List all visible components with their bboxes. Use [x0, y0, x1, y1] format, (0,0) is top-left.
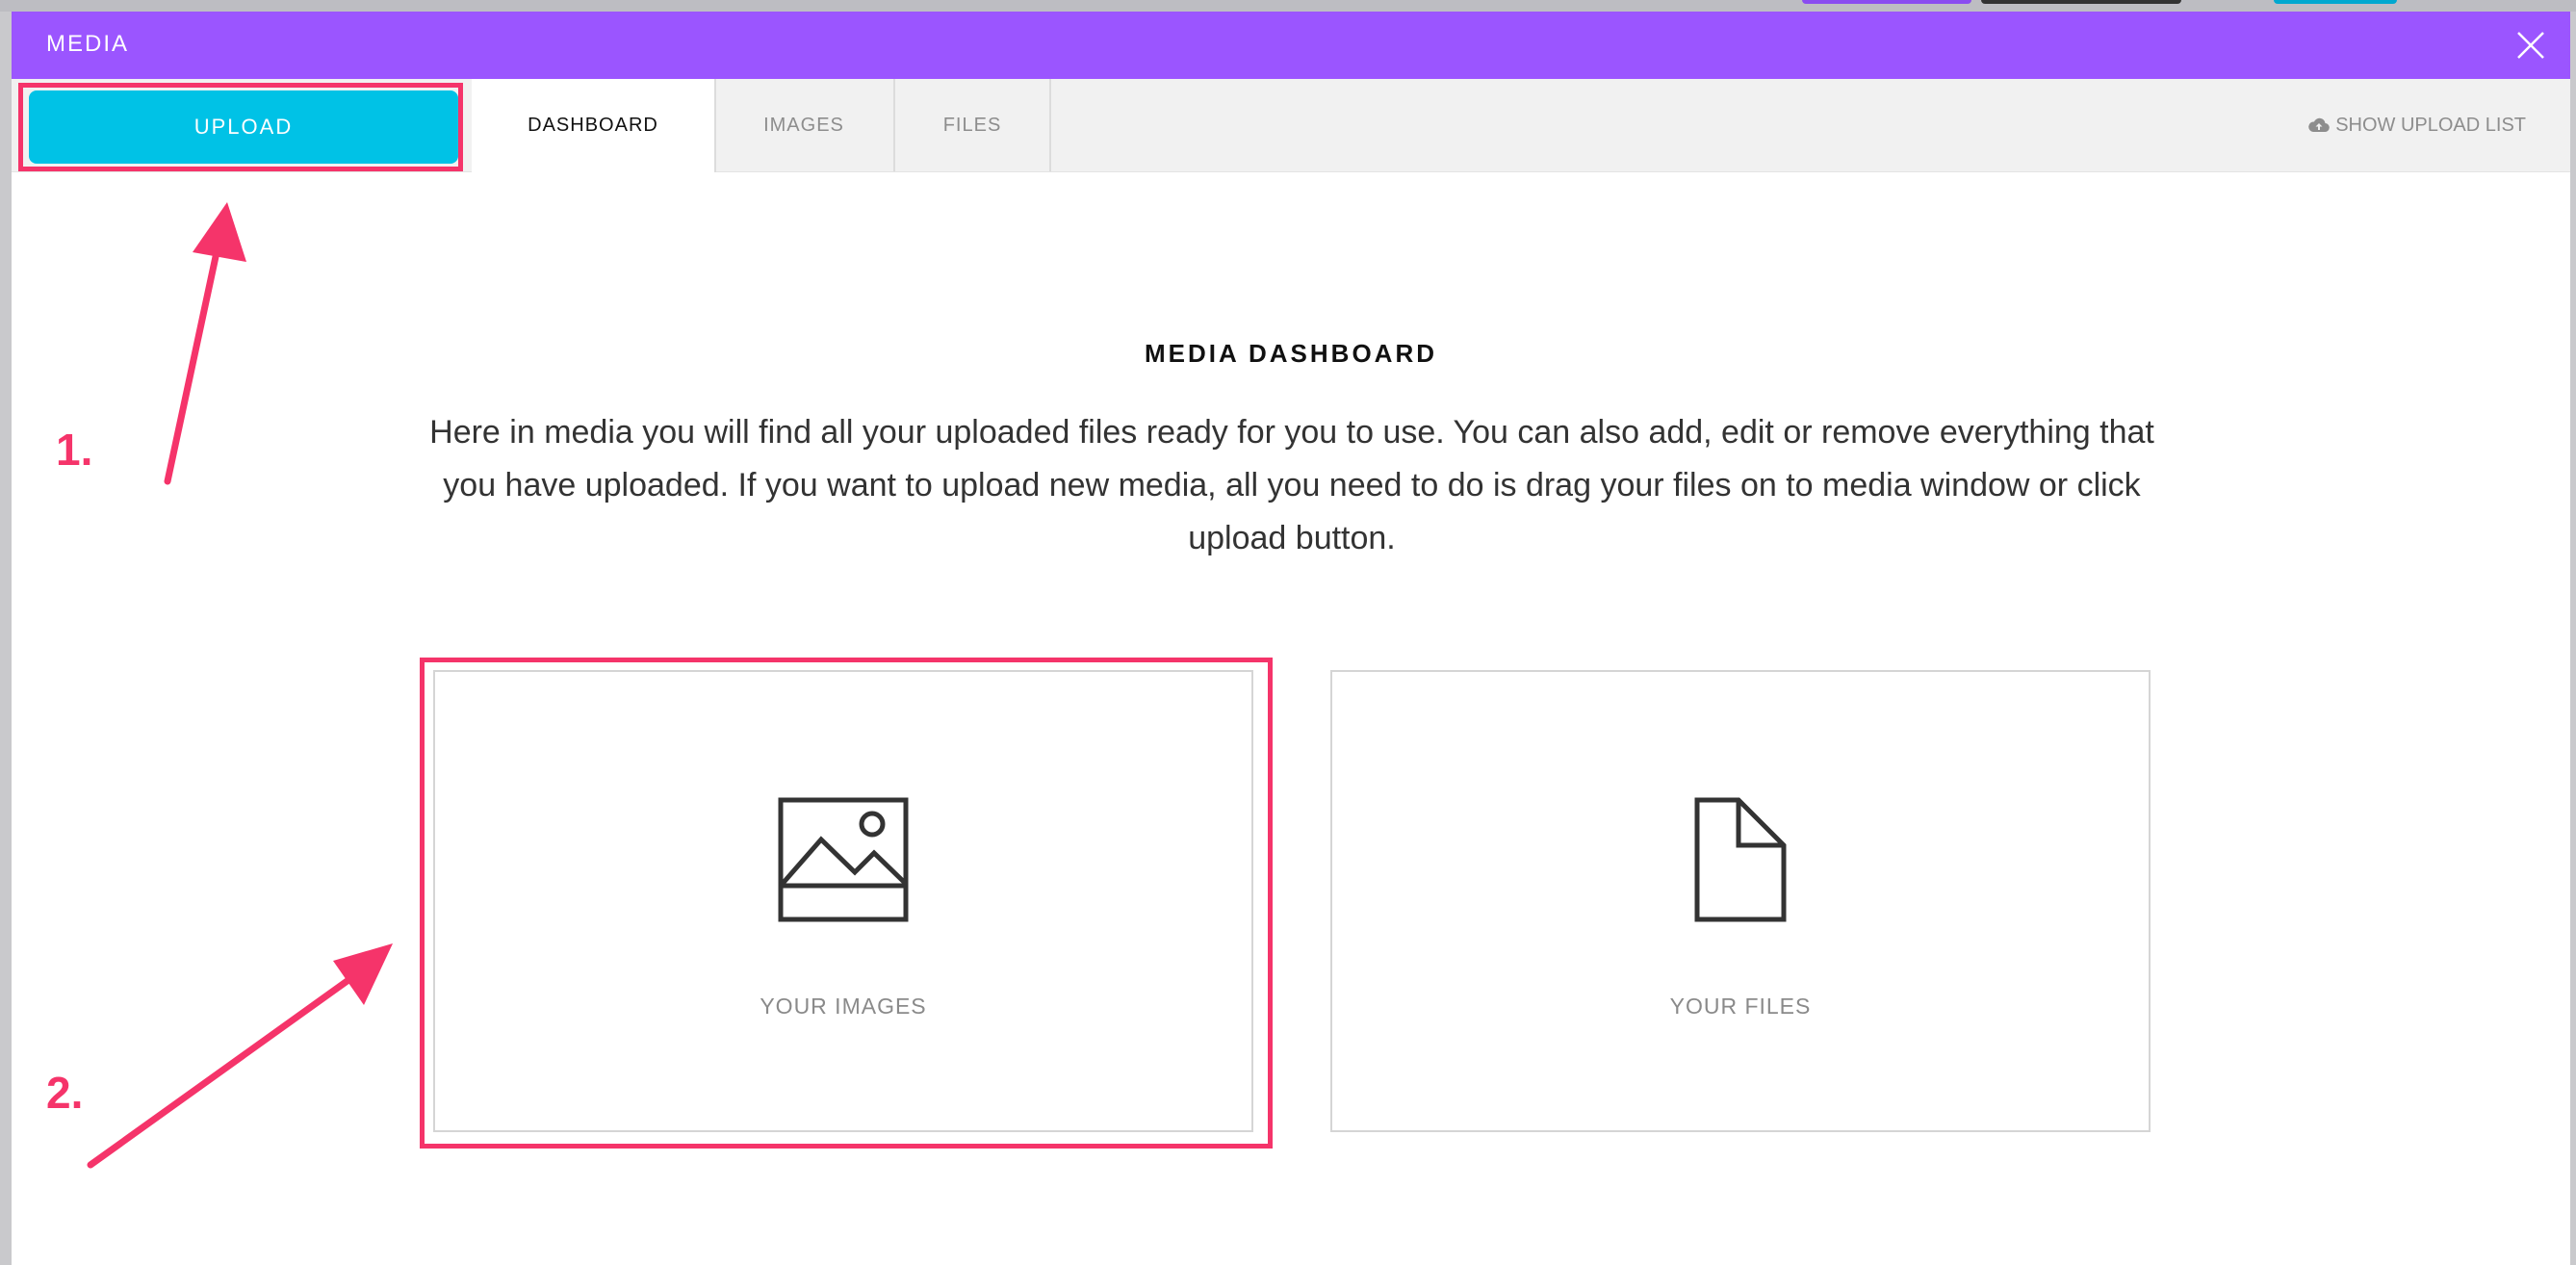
tab-dashboard-label: DASHBOARD [528, 115, 658, 136]
cloud-upload-icon [2308, 117, 2330, 133]
tab-files[interactable]: FILES [895, 79, 1051, 171]
file-icon [1694, 797, 1787, 922]
annotation-step-1: 1. [56, 425, 93, 475]
annotation-step-2: 2. [46, 1068, 84, 1118]
show-upload-list-button[interactable]: SHOW UPLOAD LIST [2308, 79, 2526, 171]
upload-button[interactable]: UPLOAD [29, 90, 458, 164]
media-tabbar: UPLOAD DASHBOARD IMAGES FILES SHOW UPLOA… [12, 79, 2570, 172]
background-window-strip [0, 0, 2576, 12]
tab-images[interactable]: IMAGES [714, 79, 895, 171]
tab-files-label: FILES [942, 114, 1002, 136]
close-button[interactable] [2514, 29, 2547, 62]
modal-title: MEDIA [46, 31, 130, 57]
modal-titlebar: MEDIA [12, 12, 2570, 79]
background-window-chip [1802, 0, 1971, 4]
background-window-chip [1981, 0, 2181, 4]
close-icon [2517, 32, 2544, 59]
your-files-label: YOUR FILES [1669, 994, 1812, 1019]
your-images-card[interactable]: YOUR IMAGES [433, 670, 1253, 1132]
media-modal: MEDIA UPLOAD DASHBOARD IMAGES FILES SHOW… [12, 12, 2570, 1265]
your-images-label: YOUR IMAGES [760, 994, 927, 1019]
your-files-card[interactable]: YOUR FILES [1330, 670, 2151, 1132]
show-upload-list-label: SHOW UPLOAD LIST [2335, 114, 2526, 136]
dashboard-description: Here in media you will find all your upl… [429, 414, 2154, 556]
tab-dashboard[interactable]: DASHBOARD [472, 79, 716, 172]
dashboard-title: MEDIA DASHBOARD [1144, 339, 1438, 368]
tab-images-label: IMAGES [763, 114, 844, 136]
background-window-chip [2274, 0, 2397, 4]
image-icon [778, 797, 909, 922]
